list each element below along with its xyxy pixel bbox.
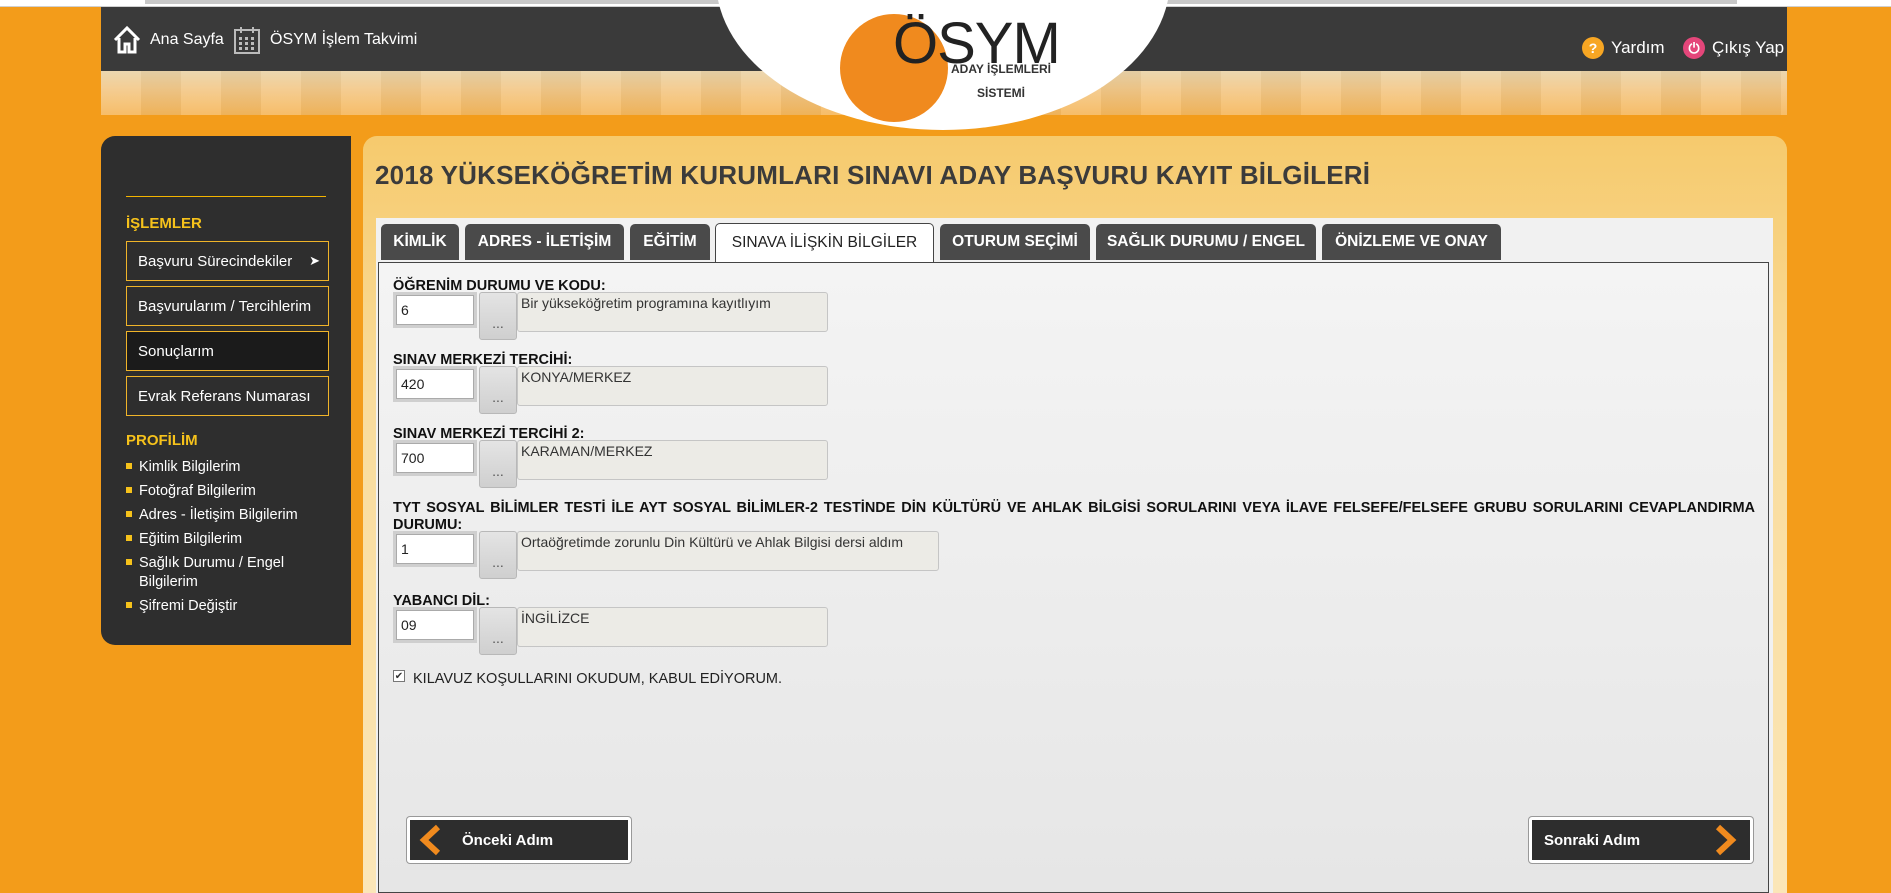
chevron-left-icon [419, 824, 441, 856]
sidebar-item-label: Sonuçlarım [138, 342, 214, 360]
help-label: Yardım [1611, 38, 1665, 57]
calendar-label: ÖSYM İşlem Takvimi [270, 31, 418, 48]
agreement-checkbox[interactable]: ✔ [393, 670, 405, 682]
main-panel: 2018 YÜKSEKÖĞRETİM KURUMLARI SINAVI ADAY… [363, 136, 1787, 893]
home-label: Ana Sayfa [150, 31, 224, 48]
tab-health[interactable]: SAĞLIK DURUMU / ENGEL [1096, 224, 1316, 260]
calendar-icon [234, 27, 260, 54]
religion-course-label: TYT SOSYAL BİLİMLER TESTİ İLE AYT SOSYAL… [393, 500, 1755, 533]
next-step-label: Sonraki Adım [1544, 831, 1641, 849]
sidebar-item-results[interactable]: Sonuçlarım [126, 331, 329, 371]
sidebar-item-document-reference[interactable]: Evrak Referans Numarası [126, 376, 329, 416]
education-status-description: Bir yükseköğretim programına kayıtlıyım [517, 292, 828, 332]
home-link[interactable]: Ana Sayfa [112, 25, 224, 55]
profile-item-password[interactable]: Şifremi Değiştir [126, 597, 326, 616]
profile-item-education[interactable]: Eğitim Bilgilerim [126, 530, 326, 549]
guide-agreement[interactable]: ✔ KILAVUZ KOŞULLARINI OKUDUM, KABUL EDİY… [393, 670, 783, 687]
foreign-language-code-input[interactable]: 09 [393, 607, 477, 643]
help-icon: ? [1582, 37, 1604, 59]
tab-area: KİMLİK ADRES - İLETİŞİM EĞİTİM SINAVA İL… [376, 218, 1773, 893]
page-title: 2018 YÜKSEKÖĞRETİM KURUMLARI SINAVI ADAY… [375, 160, 1371, 190]
logout-link[interactable]: ⏻ Çıkış Yap [1683, 37, 1784, 59]
previous-step-button[interactable]: Önceki Adım [407, 817, 631, 863]
tab-preview[interactable]: ÖNİZLEME VE ONAY [1322, 224, 1501, 260]
exam-center-2-description: KARAMAN/MERKEZ [517, 440, 828, 480]
next-step-button[interactable]: Sonraki Adım [1529, 817, 1753, 863]
home-icon [113, 25, 141, 54]
sidebar-item-applications[interactable]: Başvurularım / Tercihlerim [126, 286, 329, 326]
profile-item-health[interactable]: Sağlık Durumu / Engel Bilgilerim [126, 554, 306, 592]
religion-course-description: Ortaöğretimde zorunlu Din Kültürü ve Ahl… [517, 531, 939, 571]
chevron-right-icon [1715, 824, 1737, 856]
chevron-right-icon: ➤ [309, 253, 320, 268]
calendar-link[interactable]: ÖSYM İşlem Takvimi [232, 25, 417, 55]
sidebar-item-label: Başvurularım / Tercihlerim [138, 297, 312, 315]
sidebar: İŞLEMLER Başvuru Sürecindekiler ➤ Başvur… [101, 136, 351, 645]
foreign-language-description: İNGİLİZCE [517, 607, 828, 647]
exam-center-lookup-button[interactable]: ... [479, 366, 517, 414]
tab-identity[interactable]: KİMLİK [381, 224, 459, 260]
tab-session-selection[interactable]: OTURUM SEÇİMİ [940, 224, 1090, 260]
previous-step-label: Önceki Adım [462, 831, 554, 849]
sidebar-item-label: Başvuru Sürecindekiler [138, 252, 293, 270]
exam-center-2-code-input[interactable]: 700 [393, 440, 477, 476]
tab-address[interactable]: ADRES - İLETİŞİM [465, 224, 624, 260]
logo-subtitle: ADAY İŞLEMLERİ [951, 62, 1052, 76]
profile-item-address[interactable]: Adres - İletişim Bilgilerim [126, 506, 326, 525]
operations-heading: İŞLEMLER [126, 215, 202, 232]
agreement-label: KILAVUZ KOŞULLARINI OKUDUM, KABUL EDİYOR… [413, 671, 783, 687]
sidebar-item-application-process[interactable]: Başvuru Sürecindekiler ➤ [126, 241, 329, 281]
exam-center-code-input[interactable]: 420 [393, 366, 477, 402]
education-status-code-input[interactable]: 6 [393, 292, 477, 328]
foreign-language-lookup-button[interactable]: ... [479, 607, 517, 655]
education-status-lookup-button[interactable]: ... [479, 292, 517, 340]
religion-course-lookup-button[interactable]: ... [479, 531, 517, 579]
logo-subtitle-2: SİSTEMİ [977, 86, 1026, 100]
sidebar-item-label: Evrak Referans Numarası [138, 387, 311, 405]
sidebar-divider [126, 196, 326, 197]
exam-center-description: KONYA/MERKEZ [517, 366, 828, 406]
profile-heading: PROFİLİM [126, 432, 198, 449]
exam-center-2-lookup-button[interactable]: ... [479, 440, 517, 488]
tab-exam-info[interactable]: SINAVA İLİŞKİN BİLGİLER [715, 223, 934, 262]
profile-item-photo[interactable]: Fotoğraf Bilgilerim [126, 482, 326, 501]
power-icon: ⏻ [1683, 37, 1705, 59]
profile-item-identity[interactable]: Kimlik Bilgilerim [126, 458, 326, 477]
religion-course-code-input[interactable]: 1 [393, 531, 477, 567]
logout-label: Çıkış Yap [1712, 38, 1785, 57]
tab-content: ÖĞRENİM DURUMU VE KODU: 6 ... Bir yüksek… [378, 262, 1769, 893]
tab-education[interactable]: EĞİTİM [630, 224, 710, 260]
help-link[interactable]: ? Yardım [1582, 37, 1665, 59]
